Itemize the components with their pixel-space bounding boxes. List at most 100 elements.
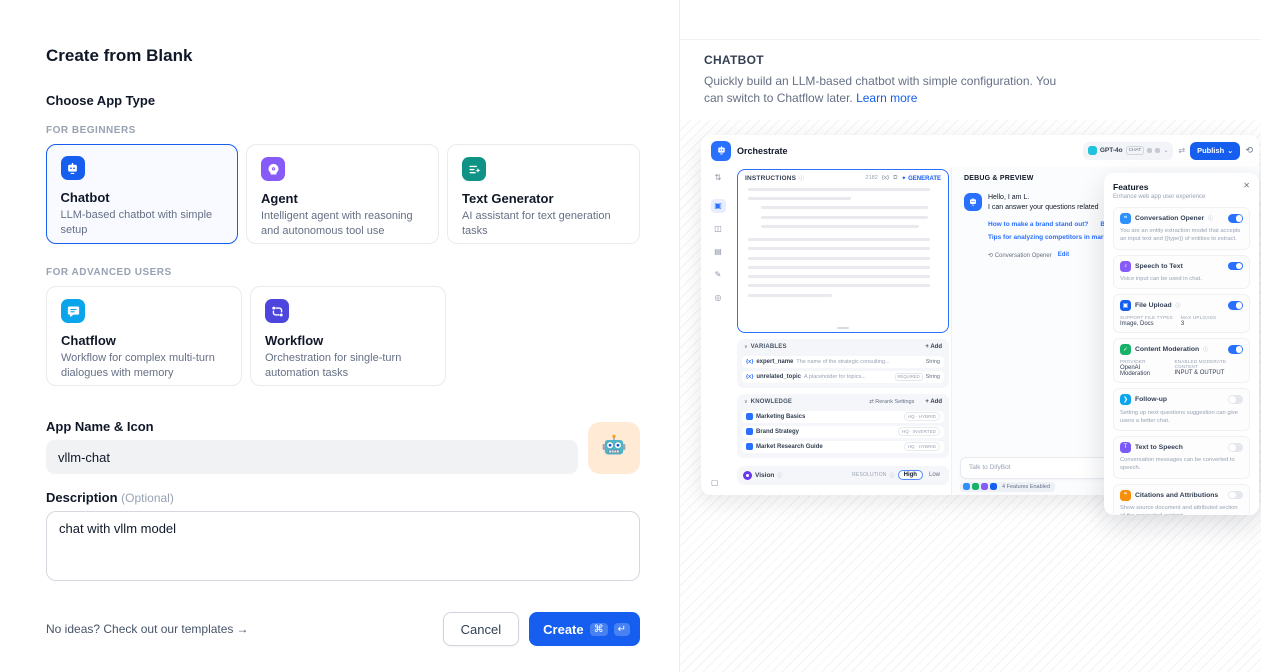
toggle-on [1228, 301, 1243, 310]
templates-link[interactable]: No ideas? Check out our templates→ [46, 622, 248, 636]
feature-card-follow-up: ❯ Follow-up Setting up next questions su… [1113, 388, 1250, 431]
features-enabled-bar: 4 Features Enabled [960, 482, 1055, 492]
info-icon: ⓘ [777, 472, 782, 479]
card-title: Text Generator [462, 191, 625, 206]
conversation-opener-icon: ❝ [1120, 213, 1131, 224]
app-name-input[interactable] [46, 440, 578, 474]
microphone-icon: ♪ [1120, 261, 1131, 272]
variable-icon: {x} [882, 175, 889, 181]
close-icon: ✕ [1243, 182, 1250, 190]
cmd-key-icon: ⌘ [590, 623, 608, 636]
model-selector: GPT-4o CHAT ⌄ [1083, 142, 1174, 160]
variable-row: {x} unrelated_topic A placeholder for to… [742, 371, 944, 383]
chevron-down-icon: ∨ [744, 344, 748, 350]
toggle-on [1228, 214, 1243, 223]
app-icon-picker[interactable] [588, 422, 640, 474]
preview-screenshot-area: Orchestrate GPT-4o CHAT ⌄ ⇄ Publish [680, 120, 1261, 672]
add-variable-button: + Add [925, 344, 942, 350]
chevron-down-icon: ⌄ [1163, 147, 1168, 154]
toggle-off [1228, 491, 1243, 500]
app-type-preview-pane: CHATBOT Quickly build an LLM-based chatb… [679, 0, 1261, 672]
app-icon-robot [600, 433, 628, 464]
history-icon: ⟲ [1245, 145, 1253, 156]
info-icon: ⓘ [1208, 215, 1213, 222]
card-title: Workflow [265, 333, 431, 348]
edit-opener-link: Edit [1058, 252, 1069, 258]
model-settings-icon: ⇄ [1178, 146, 1185, 155]
dataset-icon [746, 428, 753, 435]
feature-card-text-to-speech: T Text to Speech Conversation messages c… [1113, 436, 1250, 479]
collapse-rail-icon: ▢ [711, 478, 719, 487]
opener-mini-icon [963, 483, 970, 490]
variable-row: {x} expert_name The name of the strategi… [742, 356, 944, 368]
card-title: Chatbot [61, 190, 224, 205]
nav-logs-icon: ▤ [711, 245, 726, 259]
beginner-cards-row: Chatbot LLM-based chatbot with simple se… [46, 144, 640, 244]
agent-icon [261, 157, 285, 181]
app-type-card-agent[interactable]: Agent Intelligent agent with reasoning a… [246, 144, 439, 244]
generate-button: ✦ GENERATE [901, 175, 941, 182]
resize-handle [837, 327, 849, 329]
create-button[interactable]: Create ⌘ ↵ [529, 612, 640, 646]
preview-pane-topbar [680, 0, 1261, 40]
shield-check-icon: ✓ [1120, 344, 1131, 355]
app-type-card-chatflow[interactable]: Chatflow Workflow for complex multi-turn… [46, 286, 242, 386]
speech-mini-icon [981, 483, 988, 490]
learn-more-link[interactable]: Learn more [856, 91, 917, 105]
app-type-card-text-generator[interactable]: Text Generator AI assistant for text gen… [447, 144, 640, 244]
card-description: LLM-based chatbot with simple setup [61, 208, 224, 237]
bot-avatar [964, 193, 982, 211]
preview-pane-info: CHATBOT Quickly build an LLM-based chatb… [680, 40, 1261, 120]
app-type-card-workflow[interactable]: Workflow Orchestration for single-turn a… [250, 286, 446, 386]
vision-setting-row: Vision ⓘ RESOLUTION ⓘ High Low [737, 466, 949, 485]
preview-pane-description: Quickly build an LLM-based chatbot with … [704, 73, 1078, 108]
preview-pane-heading: CHATBOT [704, 53, 1237, 67]
card-description: Orchestration for single-turn automation… [265, 351, 431, 380]
workflow-icon [265, 299, 289, 323]
vision-icon [743, 471, 752, 480]
chatbot-icon [61, 156, 85, 180]
file-upload-mini-icon [990, 483, 997, 490]
model-capability-icon [1155, 148, 1160, 153]
citation-icon: ❞ [1120, 490, 1131, 501]
feature-card-conversation-opener: ❝ Conversation Opener ⓘ You are an entit… [1113, 207, 1250, 250]
cancel-button[interactable]: Cancel [443, 612, 519, 646]
chatflow-icon [61, 299, 85, 323]
nav-annotation-icon: ✎ [711, 268, 726, 282]
info-icon: ⓘ [1176, 302, 1181, 309]
variables-panel: ∨ VARIABLES + Add {x} expert_name The na… [737, 339, 949, 388]
dataset-icon [746, 443, 753, 450]
modal-title: Create from Blank [46, 46, 640, 66]
arrow-right-icon: → [236, 622, 248, 636]
text-to-speech-icon: T [1120, 442, 1131, 453]
toggle-panel-icon: ⇅ [711, 171, 726, 185]
toggle-on [1228, 345, 1243, 354]
app-type-card-chatbot[interactable]: Chatbot LLM-based chatbot with simple se… [46, 144, 238, 244]
text-generator-icon [462, 157, 486, 181]
description-textarea[interactable]: chat with vllm model [46, 511, 640, 581]
char-count: 2182 [866, 175, 878, 181]
required-badge: REQUIRED [895, 373, 923, 381]
feature-card-file-upload: ▣ File Upload ⓘ SUPPORT FILE TYPES Image… [1113, 294, 1250, 333]
enter-key-icon: ↵ [614, 623, 630, 636]
resolution-high-option: High [898, 470, 923, 480]
instructions-panel: INSTRUCTIONS ⓘ 2182 {x} ⧉ ✦ GENERATE [737, 169, 949, 333]
info-icon: ⓘ [890, 472, 895, 479]
knowledge-row: Brand Strategy HQ · INVERTED [742, 426, 944, 438]
create-app-screen: Create from Blank Choose App Type FOR BE… [0, 0, 1261, 672]
toggle-off [1228, 395, 1243, 404]
app-name-label: App Name & Icon [46, 419, 578, 434]
folder-icon: ▣ [1120, 300, 1131, 311]
card-description: Workflow for complex multi-turn dialogue… [61, 351, 227, 380]
description-optional-hint: (Optional) [121, 491, 174, 505]
moderation-mini-icon [972, 483, 979, 490]
card-description: Intelligent agent with reasoning and aut… [261, 209, 424, 238]
nav-preview-icon: ◫ [711, 222, 726, 236]
group-label-beginners: FOR BEGINNERS [46, 125, 640, 136]
toggle-on [1228, 262, 1243, 271]
description-label: Description (Optional) [46, 490, 640, 505]
features-panel: Features ✕ Enhance web app user experien… [1104, 173, 1259, 515]
nav-orchestrate-icon: ▣ [711, 199, 726, 213]
variable-icon: {x} [746, 359, 753, 365]
modal-footer: No ideas? Check out our templates→ Cance… [46, 612, 640, 646]
